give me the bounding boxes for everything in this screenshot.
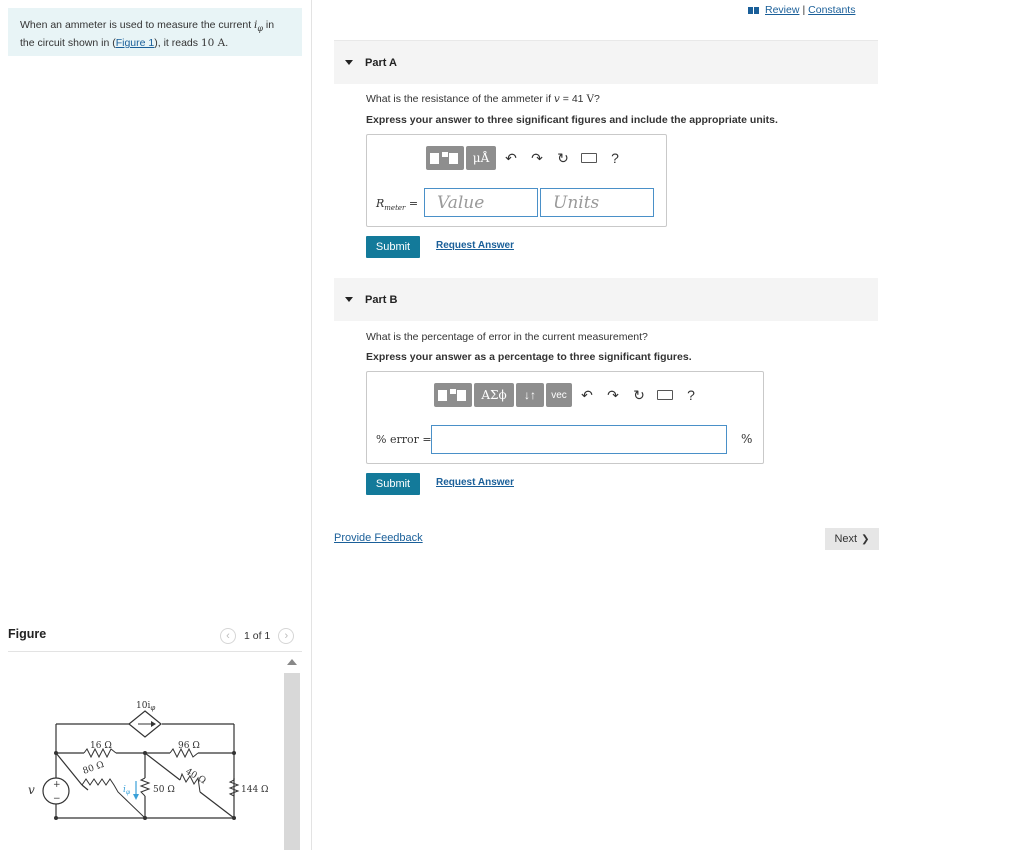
ammeter-reading: 10 A <box>200 37 226 50</box>
constants-link[interactable]: Constants <box>808 4 855 16</box>
keyboard-icon[interactable] <box>652 383 678 407</box>
part-a-header[interactable]: Part A <box>334 40 878 84</box>
units-input[interactable] <box>540 188 654 217</box>
chevron-right-icon: ❯ <box>861 533 870 545</box>
part-b-title: Part B <box>365 293 398 306</box>
prev-figure-button[interactable]: ‹ <box>220 628 236 644</box>
source-plus: + <box>53 780 61 790</box>
part-b-answer-box: ΑΣϕ ↓↑ vec ↶ ↷ ↻ ? % error = % <box>366 371 764 464</box>
resistor-144-label: 144 Ω <box>241 785 269 795</box>
greek-button[interactable]: ΑΣϕ <box>474 383 514 407</box>
part-b-request-answer-link[interactable]: Request Answer <box>436 477 514 488</box>
help-icon[interactable]: ? <box>602 146 628 170</box>
collapse-triangle-icon[interactable] <box>345 60 353 65</box>
figure-scrollbar[interactable] <box>284 657 300 850</box>
figure-link[interactable]: Figure 1 <box>116 37 155 49</box>
figure-pager: ‹ 1 of 1 › <box>220 628 295 644</box>
part-a-title: Part A <box>365 56 397 69</box>
dep-source-label: 10iφ <box>136 701 155 712</box>
top-links: Review | Constants <box>748 4 855 16</box>
keyboard-icon[interactable] <box>576 146 602 170</box>
part-a-answer-box: μÅ ↶ ↷ ↻ ? Rmeter = <box>366 134 667 227</box>
review-link[interactable]: Review <box>765 4 799 16</box>
part-a-toolbar: μÅ ↶ ↷ ↻ ? <box>426 146 628 170</box>
part-b-toolbar: ΑΣϕ ↓↑ vec ↶ ↷ ↻ ? <box>434 383 704 407</box>
redo-icon[interactable]: ↷ <box>524 146 550 170</box>
pager-count: 1 of 1 <box>244 630 271 642</box>
units-button[interactable]: μÅ <box>466 146 496 170</box>
figure-title: Figure <box>8 627 47 641</box>
problem-statement: When an ammeter is used to measure the c… <box>8 8 302 56</box>
next-figure-button[interactable]: › <box>278 628 295 644</box>
part-a-request-answer-link[interactable]: Request Answer <box>436 240 514 251</box>
scroll-up-icon[interactable] <box>287 659 297 665</box>
arrows-button[interactable]: ↓↑ <box>516 383 544 407</box>
part-a-submit-button[interactable]: Submit <box>366 236 420 258</box>
percent-error-label: % error = <box>376 433 432 446</box>
reset-icon[interactable]: ↻ <box>550 146 576 170</box>
resistor-50-label: 50 Ω <box>153 785 175 795</box>
undo-icon[interactable]: ↶ <box>498 146 524 170</box>
vector-button[interactable]: vec <box>546 383 572 407</box>
reset-icon[interactable]: ↻ <box>626 383 652 407</box>
part-b-question: What is the percentage of error in the c… <box>366 331 648 343</box>
chevron-left-icon: ‹ <box>226 630 230 642</box>
percent-unit-label: % <box>741 432 753 446</box>
resistor-80-label: 80 Ω <box>82 760 106 777</box>
templates-icon <box>437 389 447 401</box>
templates-button[interactable] <box>426 146 464 170</box>
templates-button[interactable] <box>434 383 472 407</box>
part-b-submit-button[interactable]: Submit <box>366 473 420 495</box>
percent-error-input[interactable] <box>431 425 727 454</box>
undo-icon[interactable]: ↶ <box>574 383 600 407</box>
value-input[interactable] <box>424 188 538 217</box>
part-b-header[interactable]: Part B <box>334 278 878 321</box>
collapse-triangle-icon[interactable] <box>345 297 353 302</box>
templates-icon <box>429 152 439 164</box>
provide-feedback-link[interactable]: Provide Feedback <box>334 532 423 544</box>
scroll-thumb[interactable] <box>284 673 300 850</box>
resistor-16-label: 16 Ω <box>90 741 112 751</box>
part-a-question: What is the resistance of the ammeter if… <box>366 93 600 105</box>
chevron-right-icon: › <box>284 630 289 642</box>
source-minus: − <box>53 794 61 804</box>
source-voltage-label: v <box>28 783 35 797</box>
figure-divider <box>8 651 302 652</box>
redo-icon[interactable]: ↷ <box>600 383 626 407</box>
help-icon[interactable]: ? <box>678 383 704 407</box>
resistor-96-label: 96 Ω <box>178 741 200 751</box>
book-icon <box>748 6 759 14</box>
current-symbol: iφ <box>254 19 263 34</box>
circuit-diagram: 10iφ 16 Ω 96 Ω 80 Ω 40 Ω 50 Ω 144 Ω v + … <box>28 701 269 820</box>
r-meter-label: Rmeter = <box>376 197 419 213</box>
resistor-40-label: 40 Ω <box>184 767 208 787</box>
part-a-instruction: Express your answer to three significant… <box>366 114 778 126</box>
current-label: iφ <box>123 785 131 796</box>
next-button[interactable]: Next ❯ <box>825 528 879 550</box>
part-b-instruction: Express your answer as a percentage to t… <box>366 351 692 363</box>
panel-divider <box>311 0 312 850</box>
